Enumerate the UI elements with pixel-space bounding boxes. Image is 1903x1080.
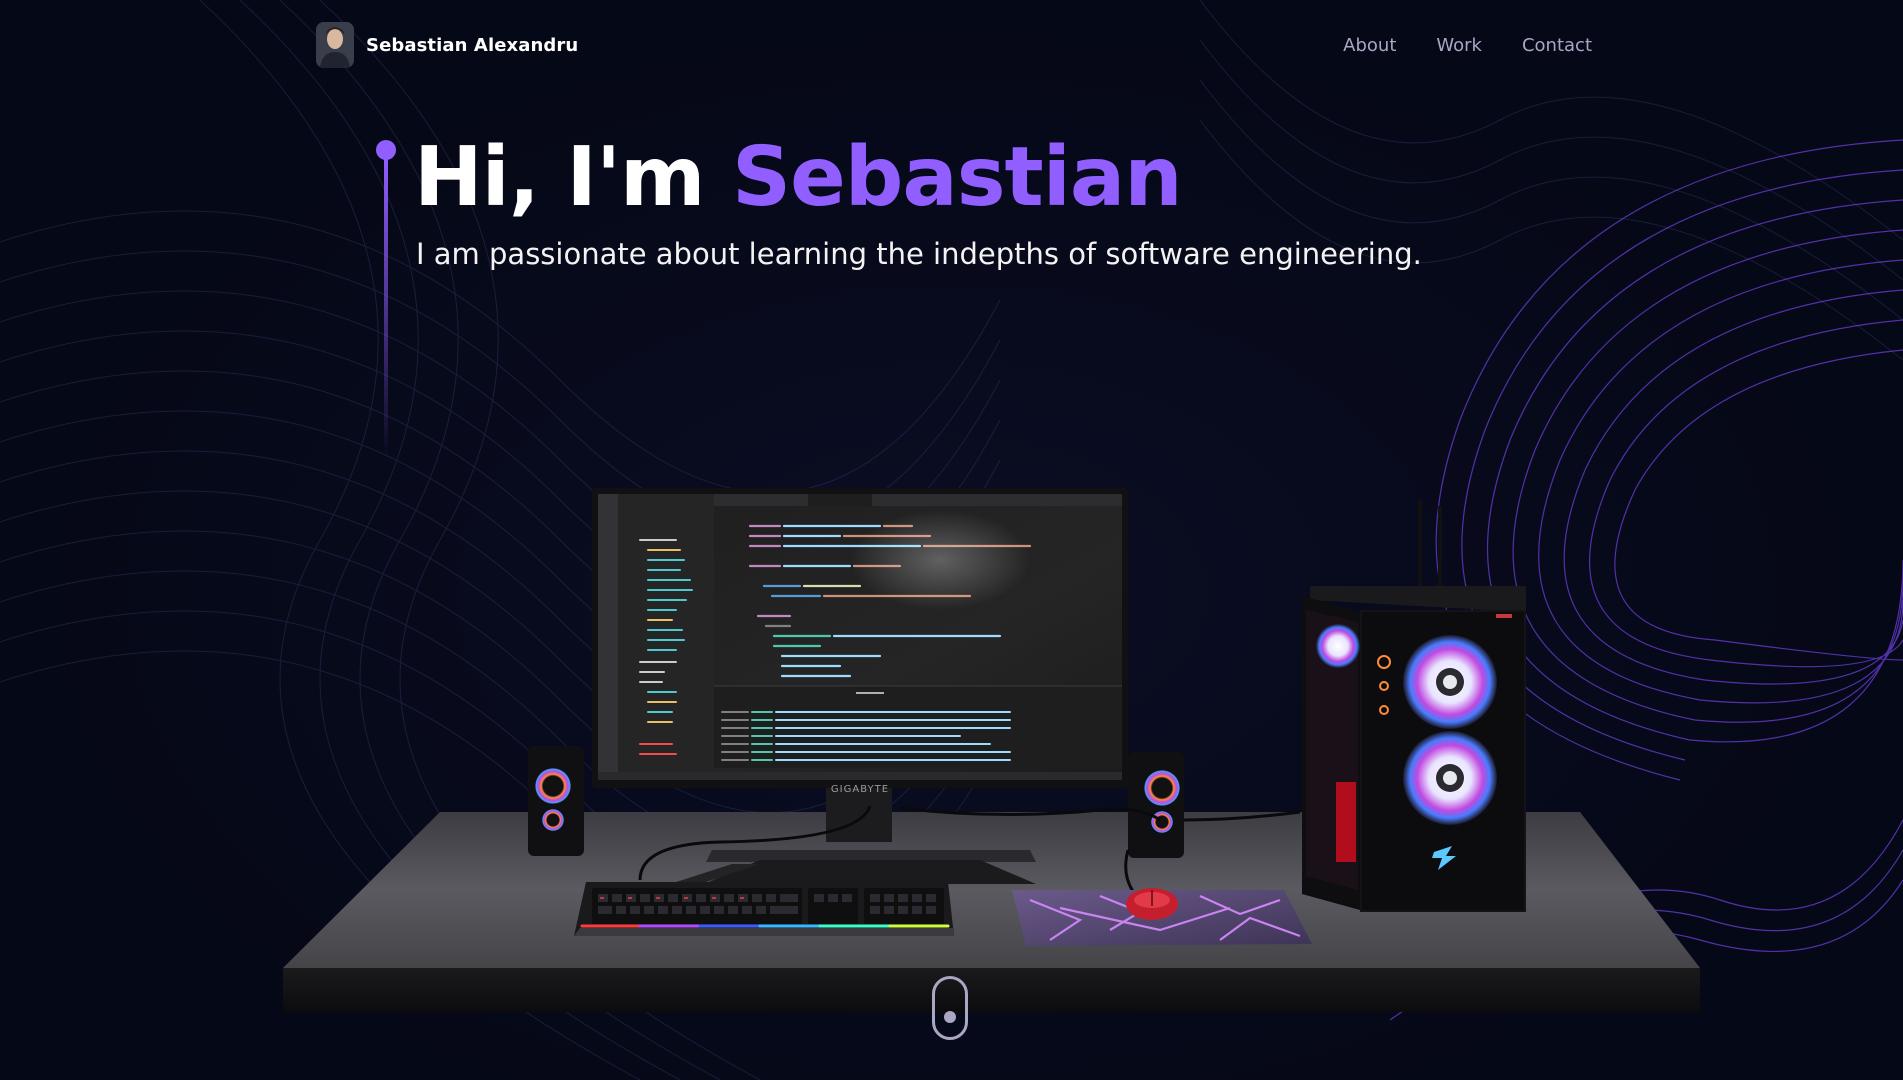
monitor: GIGABYTE — [592, 488, 1128, 795]
scroll-down-button[interactable] — [932, 976, 968, 1040]
computer-3d-canvas[interactable]: GIGABYTE — [0, 0, 1903, 1080]
mouse — [1126, 888, 1178, 920]
pc-case — [1302, 500, 1526, 912]
monitor-brand: GIGABYTE — [831, 784, 889, 795]
portfolio-page: Sebastian Alexandru About Work Contact H… — [0, 0, 1903, 1080]
right-speaker — [1128, 752, 1184, 858]
mouse-scroll-icon — [944, 1011, 956, 1023]
desk-front — [283, 968, 1700, 1012]
left-speaker — [528, 746, 584, 856]
keyboard — [574, 882, 954, 936]
